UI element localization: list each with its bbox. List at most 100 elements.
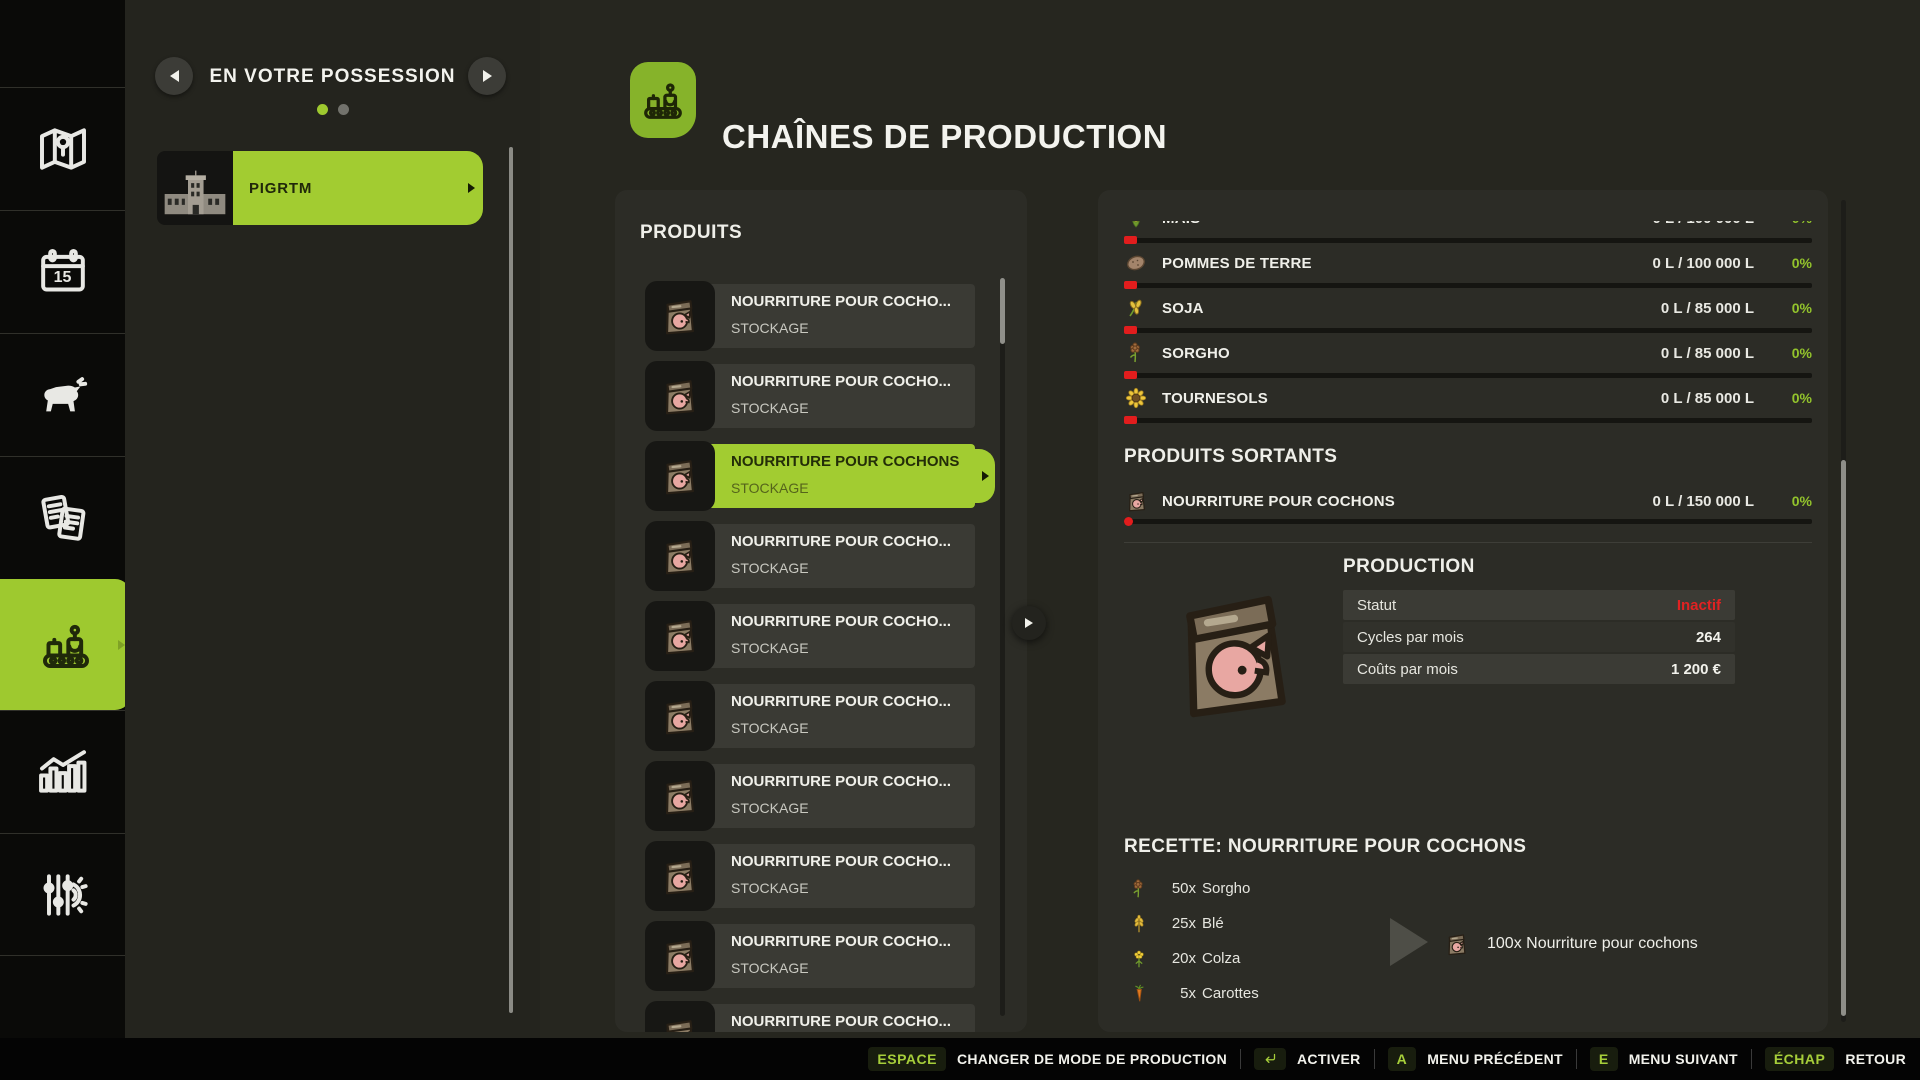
recipe-ingredient: 25xBlé bbox=[1128, 906, 1259, 941]
canola-icon bbox=[1128, 948, 1150, 970]
pig-feed-bag-icon bbox=[645, 281, 715, 351]
possession-title: EN VOTRE POSSESSION bbox=[125, 66, 540, 88]
product-list-item[interactable]: NOURRITURE POUR COCHO...STOCKAGE bbox=[651, 924, 975, 988]
possession-item-pigrtm[interactable]: PIGRTM bbox=[157, 151, 483, 225]
stat-label: Cycles par mois bbox=[1357, 629, 1464, 646]
keybind-back[interactable]: ÉCHAP RETOUR bbox=[1765, 1047, 1906, 1071]
panel-next-button[interactable] bbox=[1012, 606, 1046, 640]
calendar-icon bbox=[35, 244, 91, 300]
section-divider bbox=[1124, 542, 1812, 543]
pig-feed-bag-icon bbox=[645, 1001, 715, 1032]
dot-inactive[interactable] bbox=[338, 104, 349, 115]
input-fill-level: 0 L / 85 000 L bbox=[1661, 390, 1754, 407]
keybind-bar: ESPACE CHANGER DE MODE DE PRODUCTION ACT… bbox=[0, 1038, 1920, 1080]
pig-feed-bag-icon bbox=[645, 601, 715, 671]
keybind-separator bbox=[1576, 1049, 1577, 1069]
input-row[interactable]: POMMES DE TERRE0 L / 100 000 L0% bbox=[1124, 249, 1812, 294]
input-fill-level: 0 L / 100 000 L bbox=[1653, 255, 1754, 272]
keybind-activate[interactable]: ACTIVER bbox=[1254, 1048, 1361, 1070]
product-sublabel: STOCKAGE bbox=[731, 640, 969, 656]
ingredient-qty: 20x bbox=[1160, 950, 1196, 967]
keybind-next-menu[interactable]: E MENU SUIVANT bbox=[1590, 1047, 1738, 1071]
fill-bar bbox=[1124, 283, 1812, 288]
possession-scrollbar[interactable] bbox=[509, 147, 513, 1013]
possession-item-text: PIGRTM bbox=[249, 180, 312, 197]
right-scrollbar-thumb[interactable] bbox=[1841, 460, 1846, 1016]
product-list-item[interactable]: NOURRITURE POUR COCHO...STOCKAGE bbox=[651, 844, 975, 908]
production-heading: PRODUCTION bbox=[1343, 556, 1475, 578]
sidebar-item-production[interactable] bbox=[0, 579, 131, 710]
map-icon bbox=[35, 121, 91, 177]
input-name: SORGHO bbox=[1162, 345, 1230, 362]
sidebar-item-statistics[interactable] bbox=[0, 710, 125, 833]
possession-item-label: PIGRTM bbox=[233, 151, 483, 225]
potato-icon bbox=[1124, 251, 1148, 275]
input-goods-list: MAÏS0 L / 100 000 L0% POMMES DE TERRE 0 L… bbox=[1124, 221, 1812, 433]
keybind-label: ACTIVER bbox=[1297, 1051, 1361, 1067]
key-a: A bbox=[1388, 1047, 1417, 1071]
keybind-separator bbox=[1374, 1049, 1375, 1069]
product-list-item[interactable]: NOURRITURE POUR COCHO...STOCKAGE bbox=[651, 284, 975, 348]
product-sublabel: STOCKAGE bbox=[731, 960, 969, 976]
sorghum-icon bbox=[1124, 341, 1148, 365]
settings-icon bbox=[35, 867, 91, 923]
product-list-item[interactable]: NOURRITURE POUR COCHO...STOCKAGE bbox=[651, 364, 975, 428]
product-list-item[interactable]: NOURRITURE POUR COCHO...STOCKAGE bbox=[651, 764, 975, 828]
product-list-item-selected[interactable]: NOURRITURE POUR COCHONS STOCKAGE bbox=[651, 444, 975, 508]
product-list-item[interactable]: NOURRITURE POUR COCHO...STOCKAGE bbox=[651, 1004, 975, 1032]
sidebar-item-contracts[interactable] bbox=[0, 456, 125, 579]
product-label: NOURRITURE POUR COCHO... bbox=[731, 613, 969, 630]
sidebar-item-settings[interactable] bbox=[0, 833, 125, 955]
sidebar-item-calendar[interactable]: 15 bbox=[0, 210, 125, 333]
product-sublabel: STOCKAGE bbox=[731, 480, 969, 496]
fill-bar-indicator bbox=[1124, 326, 1137, 334]
fill-bar-indicator bbox=[1124, 517, 1133, 526]
input-name: POMMES DE TERRE bbox=[1162, 255, 1312, 272]
fill-bar-indicator bbox=[1124, 236, 1137, 244]
chevron-right-icon bbox=[1025, 618, 1033, 628]
output-name: NOURRITURE POUR COCHONS bbox=[1162, 493, 1395, 510]
input-row[interactable]: SORGHO0 L / 85 000 L0% bbox=[1124, 339, 1812, 384]
ingredient-name: Carottes bbox=[1202, 985, 1259, 1002]
input-row[interactable]: TOURNESOLS0 L / 85 000 L0% bbox=[1124, 384, 1812, 429]
product-list-item[interactable]: NOURRITURE POUR COCHO... STOCKAGE bbox=[651, 604, 975, 668]
output-row[interactable]: NOURRITURE POUR COCHONS0 L / 150 000 L0% bbox=[1124, 487, 1812, 515]
sidebar-item-animals[interactable] bbox=[0, 333, 125, 456]
keybind-label: MENU PRÉCÉDENT bbox=[1427, 1051, 1563, 1067]
production-stats-table: StatutInactif Cycles par mois264 Coûts p… bbox=[1343, 590, 1735, 686]
building-thumbnail bbox=[157, 151, 233, 225]
pig-feed-bag-icon bbox=[1124, 488, 1150, 514]
pig-feed-bag-icon bbox=[645, 761, 715, 831]
product-list-item[interactable]: NOURRITURE POUR COCHO...STOCKAGE bbox=[651, 684, 975, 748]
sorghum-icon bbox=[1128, 878, 1150, 900]
ingredient-name: Sorgho bbox=[1202, 880, 1250, 897]
products-scrollbar-thumb[interactable] bbox=[1000, 278, 1005, 344]
keybind-label: MENU SUIVANT bbox=[1629, 1051, 1738, 1067]
dot-active[interactable] bbox=[317, 104, 328, 115]
products-panel: PRODUITS NOURRITURE POUR COCHO... STOCKAG… bbox=[615, 190, 1027, 1032]
input-row[interactable]: MAÏS0 L / 100 000 L0% bbox=[1124, 221, 1812, 249]
input-row[interactable]: SOJA0 L / 85 000 L0% bbox=[1124, 294, 1812, 339]
sidebar-item-map[interactable] bbox=[0, 87, 125, 210]
fill-bar bbox=[1124, 418, 1812, 423]
contracts-icon bbox=[35, 490, 91, 546]
ingredient-name: Blé bbox=[1202, 915, 1224, 932]
product-label: NOURRITURE POUR COCHO... bbox=[731, 293, 969, 310]
recipe-output-label: 100x Nourriture pour cochons bbox=[1487, 935, 1698, 953]
storage-production-panel: MAÏS0 L / 100 000 L0% POMMES DE TERRE 0 L… bbox=[1098, 190, 1828, 1032]
input-name: TOURNESOLS bbox=[1162, 390, 1268, 407]
production-chains-screen: 15 EN VOTRE POSSESSION PIGRTM CHAÎNES DE… bbox=[0, 0, 1920, 1080]
pig-feed-bag-icon bbox=[645, 521, 715, 591]
products-heading: PRODUITS bbox=[640, 222, 742, 244]
keybind-change-production-mode[interactable]: ESPACE CHANGER DE MODE DE PRODUCTION bbox=[868, 1047, 1227, 1071]
key-e: E bbox=[1590, 1047, 1618, 1071]
products-scrollbar-track[interactable] bbox=[1000, 278, 1005, 1016]
ingredient-qty: 50x bbox=[1160, 880, 1196, 897]
product-sublabel: STOCKAGE bbox=[731, 800, 969, 816]
carrot-icon bbox=[1128, 983, 1150, 1005]
product-list-item[interactable]: NOURRITURE POUR COCHO...STOCKAGE bbox=[651, 524, 975, 588]
keybind-previous-menu[interactable]: A MENU PRÉCÉDENT bbox=[1388, 1047, 1563, 1071]
pig-feed-bag-image bbox=[1151, 558, 1318, 746]
product-label: NOURRITURE POUR COCHONS bbox=[731, 453, 969, 470]
item-arrow-icon bbox=[468, 183, 475, 193]
